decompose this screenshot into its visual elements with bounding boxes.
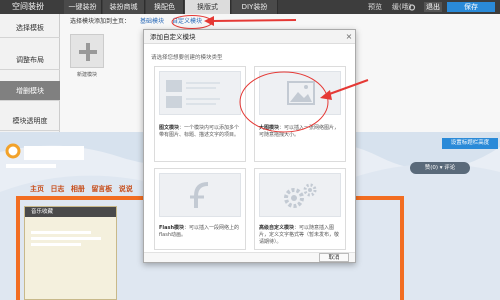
new-module-label: 新建模块 [76, 72, 97, 78]
sun-icon [5, 143, 21, 159]
option-advanced-custom[interactable]: 高级自定义模块：可以随意插入图片，定义文字格式等（暂未发布，敬请期待）。 [254, 168, 346, 250]
app-logo: 空间装扮 [12, 2, 44, 11]
tab-one-click[interactable]: 一键装扮 [64, 0, 102, 14]
save-button[interactable]: 保存 [447, 2, 495, 12]
preview-link[interactable]: 预览 [368, 0, 384, 14]
option-flash[interactable]: Flash模块：可以插入一段网络上的flash动画。 [154, 168, 246, 250]
red-arrow-icon [204, 16, 297, 26]
nav-talk[interactable]: 说说 [119, 185, 133, 193]
top-toolbar: 空间装扮 一键装扮 装扮商城 换配色 换版式 DIY装扮 预览 缓(哦) 退出 … [0, 0, 500, 14]
music-module-title: 音乐收藏 [25, 207, 116, 217]
panel-hint: 选择模块添加到主页： [70, 18, 131, 25]
option-advanced-desc: 高级自定义模块：可以随意插入图片，定义文字格式等（暂未发布，敬请期待）。 [259, 225, 340, 245]
nav-album[interactable]: 相册 [71, 185, 85, 193]
tab-color[interactable]: 换配色 [146, 0, 184, 14]
advanced-gears-icon [259, 173, 341, 217]
sidebar-item-opacity[interactable]: 模块透明度 [0, 111, 60, 131]
flash-preview-icon [159, 173, 241, 217]
plus-icon [79, 43, 97, 61]
blur-line [31, 243, 81, 246]
close-icon[interactable]: × [344, 32, 354, 42]
stats-pill[interactable]: 赞(0) ▾ 评论 [410, 162, 470, 174]
sidebar-item-layout[interactable]: 调整布局 [0, 50, 60, 70]
new-module-button[interactable] [70, 34, 104, 68]
nav-home[interactable]: 主页 [30, 185, 44, 193]
dialog-title: 添加自定义模块 [144, 30, 355, 44]
music-module: 音乐收藏 [24, 206, 117, 300]
blog-subtitle-blur [6, 164, 56, 168]
nav-diary[interactable]: 日志 [50, 185, 64, 193]
cancel-button[interactable]: 取消 [319, 253, 349, 262]
option-flash-desc: Flash模块：可以插入一段网络上的flash动画。 [159, 225, 240, 238]
nav-guestbook[interactable]: 留言板 [91, 185, 112, 193]
exit-button[interactable]: 退出 [424, 2, 442, 12]
sidebar-item-modules[interactable]: 增删模块 [0, 81, 60, 101]
blur-line [31, 231, 91, 234]
blog-nav: 主页 日志 相册 留言板 说说 [30, 184, 150, 194]
sidebar: 选择模板 调整布局 增删模块 模块透明度 [0, 14, 60, 132]
blog-title-blur [24, 146, 84, 160]
annotation-ellipse-icon [239, 71, 369, 133]
title-height-button[interactable]: 设置标题栏高度 [442, 138, 498, 149]
tab-mall[interactable]: 装扮商城 [103, 0, 145, 14]
tab-diy[interactable]: DIY装扮 [232, 0, 278, 14]
basic-modules-link[interactable]: 基础模块 [140, 17, 164, 27]
image-text-preview-icon [159, 71, 241, 115]
blur-line [31, 237, 101, 240]
gear-icon[interactable] [407, 4, 417, 11]
highlight-circle-icon [171, 15, 213, 29]
sidebar-item-template[interactable]: 选择模板 [0, 18, 60, 38]
tab-layout[interactable]: 换版式 [185, 0, 231, 14]
